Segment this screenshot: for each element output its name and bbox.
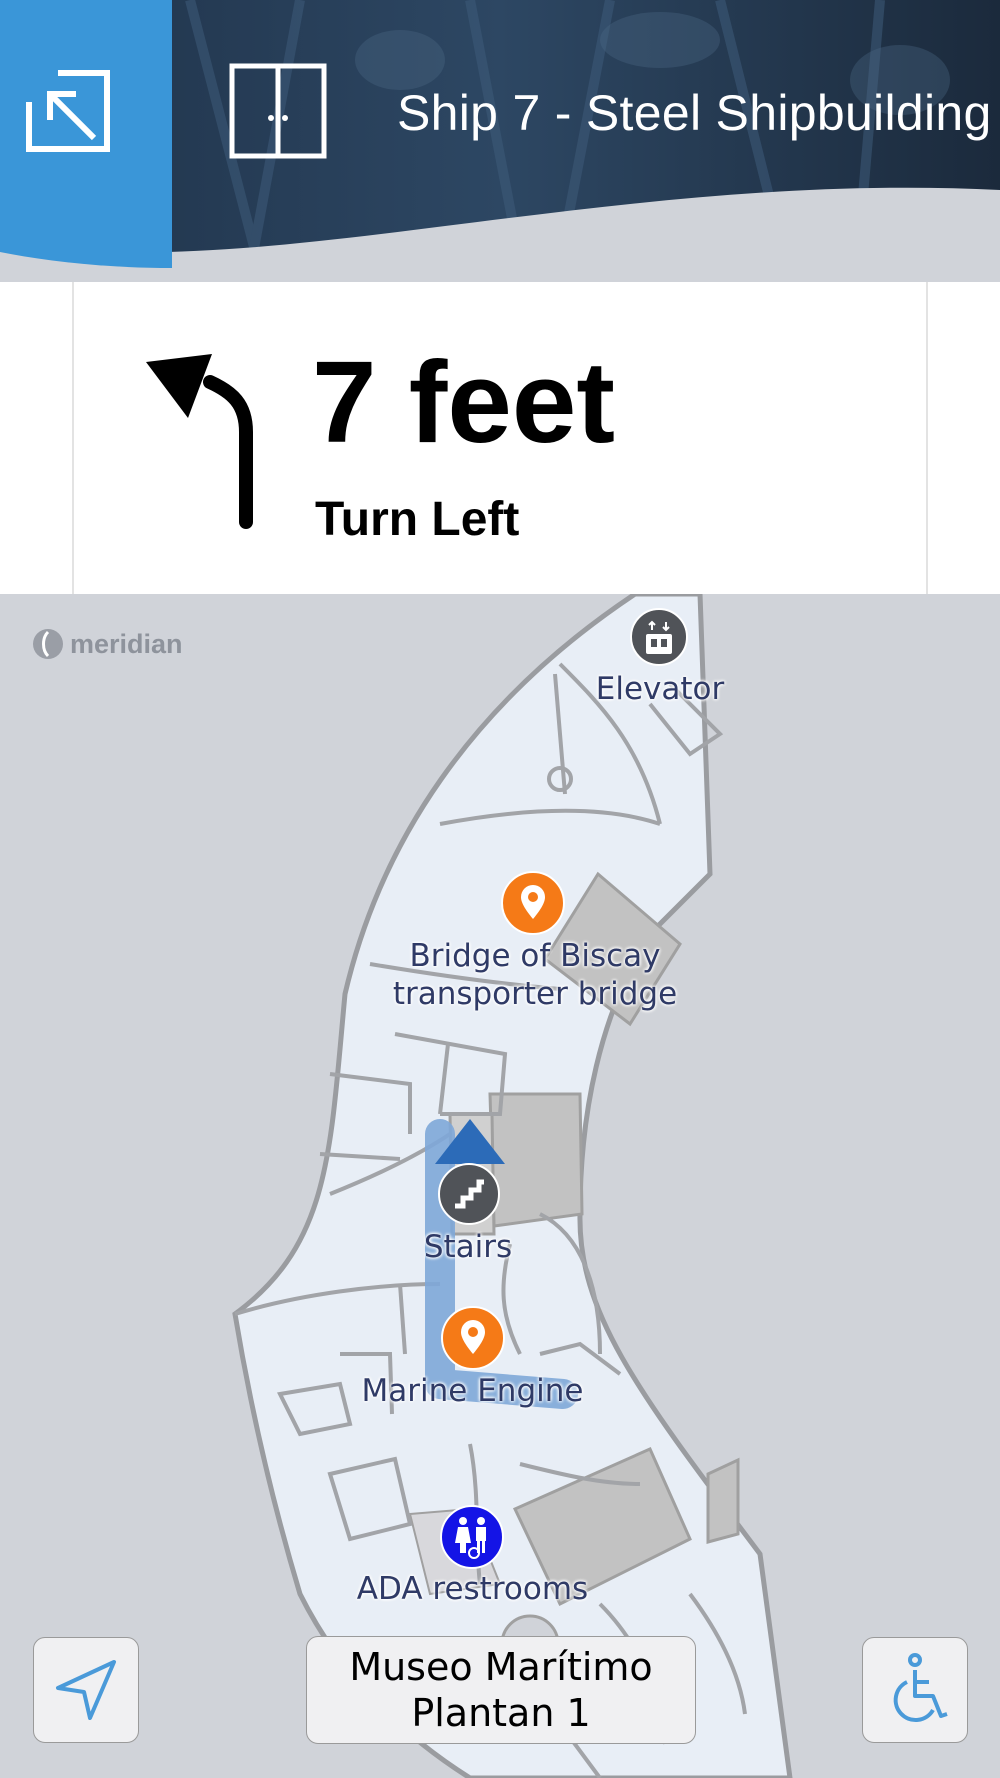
poi-label-elevator: Elevator: [595, 671, 725, 707]
poi-label-bridge-line2: transporter bridge: [392, 976, 678, 1012]
floor-building-name: Museo Marítimo: [349, 1645, 653, 1689]
map-pin-icon[interactable]: [501, 871, 565, 935]
meridian-logo-icon: [33, 629, 63, 659]
poi-label-bridge-line1: Bridge of Biscay: [409, 938, 661, 974]
stairs-icon[interactable]: [438, 1163, 500, 1225]
exit-button[interactable]: [0, 0, 172, 272]
floor-level-name: Plantan 1: [411, 1691, 591, 1735]
poi-label-marine-engine: Marine Engine: [361, 1373, 584, 1409]
exit-fullscreen-arrow-icon: [24, 68, 110, 152]
instruction-text: Turn Left: [315, 493, 520, 546]
header-bar: Ship 7 - Steel Shipbuilding: [0, 0, 1000, 282]
double-door-icon[interactable]: [228, 62, 328, 160]
turn-left-arrow-icon: [146, 354, 253, 529]
restroom-icon[interactable]: [440, 1505, 504, 1569]
distance-text: 7 feet: [312, 337, 616, 467]
poi-label-bridge: Bridge of Biscay transporter bridge: [360, 937, 710, 1013]
location-arrow-icon: [56, 1660, 116, 1720]
accessibility-button[interactable]: [862, 1637, 968, 1743]
card-divider: [72, 282, 74, 594]
floor-map[interactable]: meridian Elevator Bridge of Biscay trans…: [0, 594, 1000, 1778]
directions-card: 7 feet Turn Left: [0, 282, 1000, 594]
meridian-brand-text: meridian: [70, 628, 183, 659]
card-divider: [926, 282, 928, 594]
map-pin-icon[interactable]: [441, 1306, 505, 1370]
poi-label-stairs: Stairs: [423, 1229, 513, 1265]
floor-selector-button[interactable]: Museo Marítimo Plantan 1: [306, 1636, 696, 1744]
elevator-icon[interactable]: [630, 608, 688, 666]
wheelchair-icon: [893, 1653, 948, 1723]
poi-label-ada-restrooms: ADA restrooms: [356, 1571, 589, 1607]
page-title: Ship 7 - Steel Shipbuilding: [397, 85, 992, 141]
locate-me-button[interactable]: [33, 1637, 139, 1743]
meridian-logo: meridian: [32, 628, 183, 660]
